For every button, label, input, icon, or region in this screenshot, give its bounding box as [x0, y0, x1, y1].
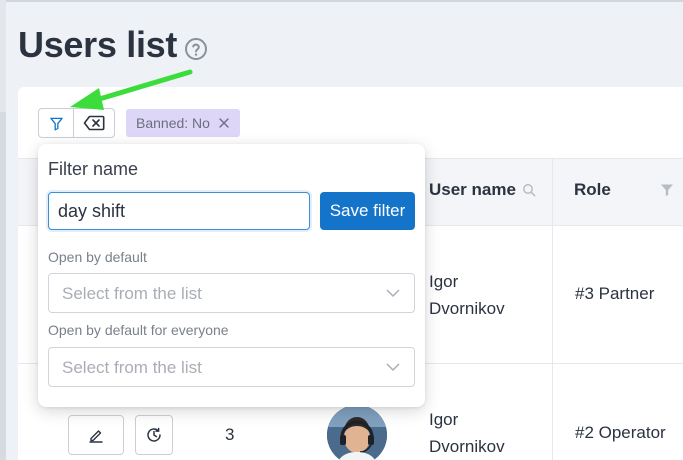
open-by-default-label: Open by default [48, 249, 147, 265]
user-first-name: Igor [429, 410, 459, 429]
user-photo [327, 405, 387, 460]
filter-toolbar [38, 108, 115, 138]
edit-button[interactable] [68, 415, 124, 455]
scrollbar-thumb[interactable] [0, 112, 6, 460]
column-divider [552, 364, 553, 460]
column-header-role[interactable]: Role [574, 180, 611, 200]
close-icon[interactable] [218, 117, 230, 129]
avatar [327, 405, 387, 460]
question-circle-icon[interactable] [184, 37, 208, 61]
active-filter-chip[interactable]: Banned: No [126, 109, 240, 137]
id-cell: 3 [225, 425, 235, 444]
save-filter-button[interactable]: Save filter [320, 192, 415, 230]
page-title: Users list [18, 24, 178, 65]
filter-button[interactable] [38, 108, 74, 138]
funnel-icon [49, 117, 63, 130]
open-by-default-everyone-label: Open by default for everyone [48, 322, 229, 338]
chip-label: Banned: No [136, 115, 210, 131]
filter-name-label: Filter name [48, 159, 139, 179]
history-button[interactable] [135, 415, 173, 455]
search-icon[interactable] [522, 183, 536, 197]
user-last-name: Dvornikov [429, 437, 505, 456]
role-cell: #3 Partner [575, 284, 655, 303]
backspace-x-icon [83, 115, 105, 131]
user-last-name: Dvornikov [429, 299, 505, 318]
select-placeholder: Select from the list [62, 284, 202, 303]
history-icon [147, 427, 161, 442]
funnel-icon[interactable] [660, 183, 674, 197]
select-placeholder: Select from the list [62, 358, 202, 377]
column-divider [552, 158, 553, 226]
role-cell: #2 Operator [575, 423, 666, 442]
open-by-default-everyone-select[interactable]: Select from the list [48, 347, 415, 387]
window-top-border [0, 0, 683, 2]
column-header-user-name[interactable]: User name [429, 180, 516, 200]
chevron-down-icon [386, 363, 400, 372]
left-scrollbar[interactable] [0, 0, 6, 460]
chevron-down-icon [386, 289, 400, 298]
open-by-default-select[interactable]: Select from the list [48, 273, 415, 313]
user-first-name: Igor [429, 272, 459, 291]
pencil-icon [89, 430, 103, 443]
clear-filters-button[interactable] [74, 108, 115, 138]
column-divider [552, 226, 553, 364]
filter-name-input[interactable] [48, 192, 310, 230]
